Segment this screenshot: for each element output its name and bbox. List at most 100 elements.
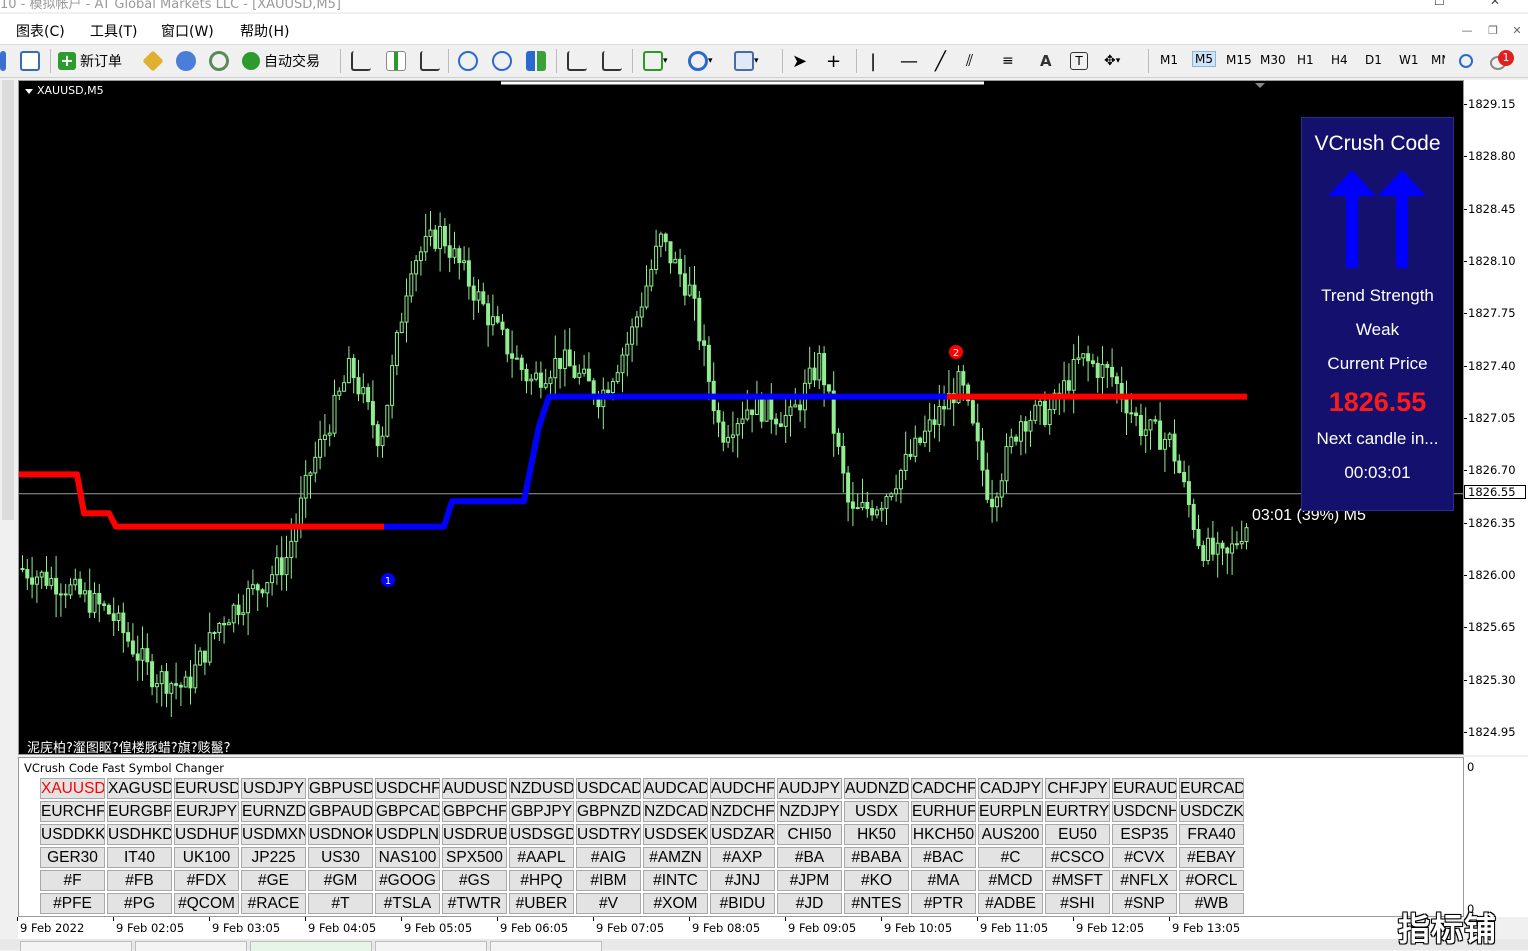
- equidistant-channel-icon[interactable]: ⫽: [966, 50, 973, 72]
- templates-icon[interactable]: ▾: [734, 50, 759, 72]
- symbol-button[interactable]: #F: [40, 870, 105, 891]
- terminal-icon[interactable]: [209, 50, 229, 72]
- symbol-button[interactable]: #JPM: [777, 870, 842, 891]
- chart-shift-icon[interactable]: [602, 50, 622, 72]
- symbol-button[interactable]: #IBM: [576, 870, 641, 891]
- symbol-button[interactable]: AUS200: [978, 824, 1043, 845]
- symbol-button[interactable]: US30: [308, 847, 373, 868]
- symbol-button[interactable]: #BAC: [911, 847, 976, 868]
- symbol-button[interactable]: EURNZD: [241, 801, 306, 822]
- symbol-button[interactable]: EURJPY: [174, 801, 239, 822]
- symbol-button[interactable]: EURTRY: [1045, 801, 1110, 822]
- symbol-button[interactable]: USDSEK: [643, 824, 708, 845]
- left-scrollbar[interactable]: [2, 80, 14, 520]
- horizontal-line-icon[interactable]: —: [900, 50, 918, 72]
- symbol-button[interactable]: XAUUSD: [40, 778, 105, 799]
- symbol-button[interactable]: NZDJPY: [777, 801, 842, 822]
- mdi-minimize-icon[interactable]: —: [1460, 24, 1474, 37]
- text-label-icon[interactable]: T: [1070, 50, 1088, 72]
- symbol-button[interactable]: #SNP: [1112, 893, 1177, 914]
- symbol-button[interactable]: #ORCL: [1179, 870, 1244, 891]
- symbol-button[interactable]: #CSCO: [1045, 847, 1110, 868]
- text-icon[interactable]: A: [1040, 50, 1052, 72]
- symbol-button[interactable]: AUDUSD: [442, 778, 507, 799]
- candlestick-icon[interactable]: [386, 50, 406, 72]
- symbol-button[interactable]: #TSLA: [375, 893, 440, 914]
- timeframe-m5[interactable]: M5: [1192, 51, 1216, 67]
- mdi-restore-icon[interactable]: ❐: [1486, 24, 1500, 37]
- price-chart[interactable]: 12 XAUUSD,M5 泥庑柏?瀣图眍?偟楼豚蜡?旗?赅鬣? 03:01 (3…: [18, 80, 1464, 755]
- symbol-button[interactable]: NZDCHF: [710, 801, 775, 822]
- symbol-button[interactable]: USDSGD: [509, 824, 574, 845]
- symbol-button[interactable]: #GOOG: [375, 870, 440, 891]
- window-close-icon[interactable]: ✕: [1490, 0, 1500, 8]
- symbol-button[interactable]: USDPLN: [375, 824, 440, 845]
- zoom-out-icon[interactable]: [492, 50, 512, 72]
- symbol-button[interactable]: #EBAY: [1179, 847, 1244, 868]
- tile-windows-icon[interactable]: [526, 50, 546, 72]
- menu-tools[interactable]: 工具(T): [90, 21, 137, 41]
- symbol-button[interactable]: #MCD: [978, 870, 1043, 891]
- symbol-button[interactable]: #SHI: [1045, 893, 1110, 914]
- symbol-button[interactable]: EU50: [1045, 824, 1110, 845]
- symbol-button[interactable]: #MSFT: [1045, 870, 1110, 891]
- symbol-button[interactable]: USDHKD: [107, 824, 172, 845]
- symbol-button[interactable]: USDX: [844, 801, 909, 822]
- symbol-button[interactable]: USDMXN: [241, 824, 306, 845]
- mdi-close-icon[interactable]: ✕: [1510, 24, 1524, 37]
- symbol-button[interactable]: GBPAUD: [308, 801, 373, 822]
- bar-chart-icon[interactable]: [351, 50, 371, 72]
- vertical-line-icon[interactable]: |: [870, 50, 876, 72]
- symbol-button[interactable]: #CVX: [1112, 847, 1177, 868]
- notifications-icon[interactable]: 1: [1490, 50, 1514, 72]
- symbol-button[interactable]: HKCH50: [911, 824, 976, 845]
- symbol-button[interactable]: NAS100: [375, 847, 440, 868]
- symbol-button[interactable]: USDCHF: [375, 778, 440, 799]
- navigator-icon[interactable]: [176, 50, 196, 72]
- symbol-button[interactable]: CHI50: [777, 824, 842, 845]
- price-axis[interactable]: 1826.55 1829.15 1828.80 1828.45 1828.10 1827…: [1464, 80, 1528, 755]
- symbol-button[interactable]: #AXP: [710, 847, 775, 868]
- menu-help[interactable]: 帮助(H): [240, 21, 289, 41]
- symbol-button[interactable]: EURPLN: [978, 801, 1043, 822]
- chart-symbol-label[interactable]: XAUUSD,M5: [25, 84, 104, 97]
- new-order-button[interactable]: + 新订单: [58, 50, 122, 72]
- timeframe-w1[interactable]: W1: [1399, 53, 1419, 67]
- symbol-button[interactable]: USDZAR: [710, 824, 775, 845]
- symbol-button[interactable]: #MA: [911, 870, 976, 891]
- symbol-button[interactable]: #GS: [442, 870, 507, 891]
- timeframe-m30[interactable]: M30: [1260, 53, 1286, 67]
- symbol-button[interactable]: USDCZK: [1179, 801, 1244, 822]
- symbol-button[interactable]: USDHUF: [174, 824, 239, 845]
- timeframe-m1[interactable]: M1: [1160, 53, 1178, 67]
- timeframe-h1[interactable]: H1: [1297, 53, 1314, 67]
- symbol-button[interactable]: AUDNZD: [844, 778, 909, 799]
- symbol-button[interactable]: #JD: [777, 893, 842, 914]
- symbol-button[interactable]: GBPNZD: [576, 801, 641, 822]
- symbol-button[interactable]: #C: [978, 847, 1043, 868]
- symbol-button[interactable]: #T: [308, 893, 373, 914]
- menu-chart[interactable]: 图表(C): [16, 21, 65, 41]
- symbol-button[interactable]: GBPUSD: [308, 778, 373, 799]
- symbol-button[interactable]: #GE: [241, 870, 306, 891]
- symbol-button[interactable]: USDTRY: [576, 824, 641, 845]
- symbol-button[interactable]: FRA40: [1179, 824, 1244, 845]
- timeframe-mn[interactable]: MN: [1431, 53, 1445, 67]
- symbol-button[interactable]: #JNJ: [710, 870, 775, 891]
- symbol-button[interactable]: #ADBE: [978, 893, 1043, 914]
- symbol-button[interactable]: USDDKK: [40, 824, 105, 845]
- symbol-button[interactable]: #UBER: [509, 893, 574, 914]
- symbol-button[interactable]: #FDX: [174, 870, 239, 891]
- symbol-button[interactable]: #TWTR: [442, 893, 507, 914]
- symbol-button[interactable]: UK100: [174, 847, 239, 868]
- timeframe-d1[interactable]: D1: [1365, 53, 1382, 67]
- zoom-in-icon[interactable]: [458, 50, 478, 72]
- symbol-button[interactable]: USDNOK: [308, 824, 373, 845]
- symbol-button[interactable]: NZDUSD: [509, 778, 574, 799]
- symbol-button[interactable]: #NFLX: [1112, 870, 1177, 891]
- symbol-button[interactable]: HK50: [844, 824, 909, 845]
- symbol-button[interactable]: CADCHF: [911, 778, 976, 799]
- symbol-button[interactable]: EURCHF: [40, 801, 105, 822]
- timeframe-m15[interactable]: M15: [1226, 53, 1252, 67]
- line-chart-icon[interactable]: [420, 50, 440, 72]
